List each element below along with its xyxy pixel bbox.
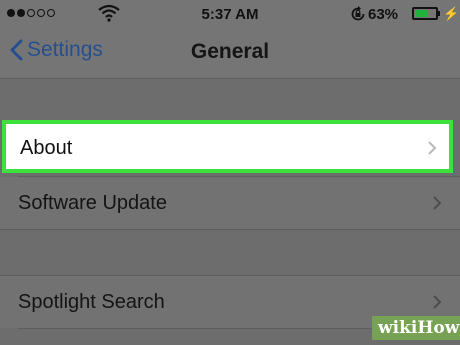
wikihow-watermark: wikiHow [372, 316, 460, 340]
list-item-software-update[interactable]: Software Update [0, 177, 460, 229]
status-bar: 5:37 AM 63% ⚡ [0, 0, 460, 28]
list-item-about[interactable]: About [2, 120, 453, 173]
navigation-bar: Settings General [0, 28, 460, 79]
battery-tip [438, 11, 440, 16]
battery-icon [412, 7, 438, 20]
charging-bolt-icon: ⚡ [443, 6, 460, 21]
chevron-right-icon [428, 141, 437, 155]
chevron-right-icon [433, 295, 442, 309]
rotation-lock-icon [351, 6, 365, 21]
list-item-label: Software Update [18, 192, 167, 214]
watermark-text: wikiHow [378, 318, 460, 338]
section-divider [0, 229, 460, 230]
list-item-label: Spotlight Search [18, 291, 165, 313]
battery-fill [415, 10, 428, 17]
list-item-label: About [20, 137, 73, 159]
page-title: General [190, 40, 270, 63]
row-divider [18, 176, 460, 177]
battery-percent: 63% [368, 6, 399, 23]
chevron-right-icon [433, 196, 442, 210]
